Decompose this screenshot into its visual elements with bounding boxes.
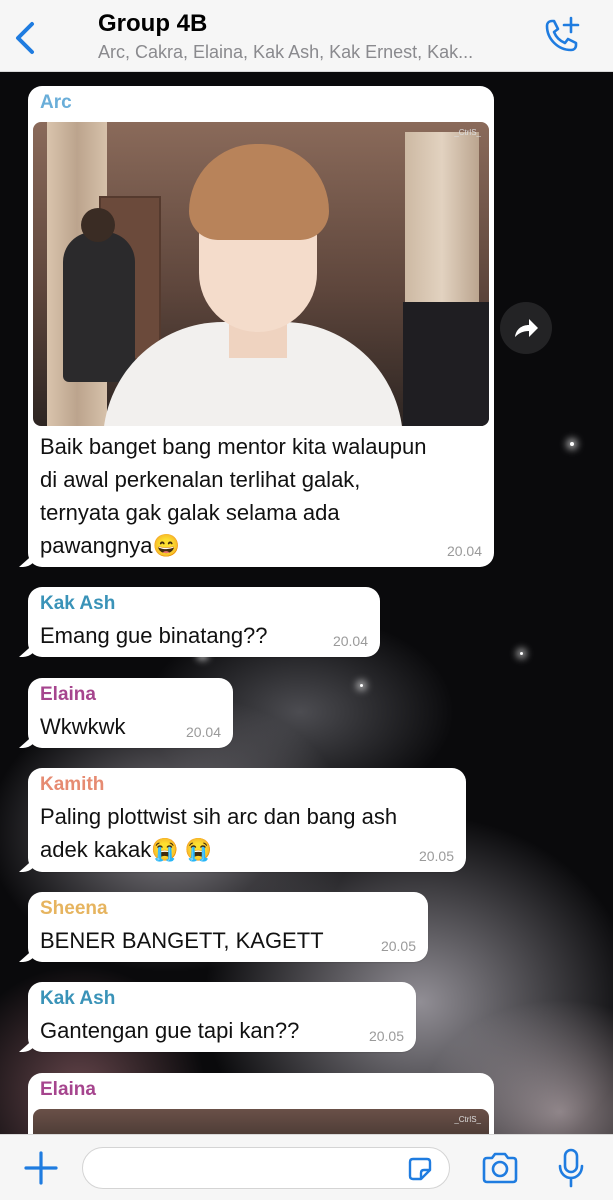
sender-name: Arc (40, 92, 72, 113)
message-bubble[interactable]: Kak Ash Gantengan gue tapi kan?? 20.05 (28, 982, 416, 1052)
message-input[interactable] (82, 1147, 450, 1189)
add-call-icon[interactable] (541, 16, 581, 56)
sender-name: Kamith (40, 774, 105, 795)
chat-header: Group 4B Arc, Cakra, Elaina, Kak Ash, Ka… (0, 0, 613, 72)
photo-watermark: _CtrlS_ (454, 128, 481, 137)
microphone-icon[interactable] (556, 1147, 586, 1189)
plus-icon[interactable] (22, 1149, 60, 1187)
message-time: 20.05 (368, 1028, 404, 1044)
chevron-left-icon[interactable] (12, 20, 40, 56)
message-text: Baik banget bang mentor kita walaupun di… (40, 434, 427, 558)
message-time: 20.04 (446, 543, 482, 559)
message-text: Gantengan gue tapi kan?? (40, 1018, 300, 1043)
message-input-bar (0, 1134, 613, 1200)
forward-button[interactable] (500, 302, 552, 354)
message-bubble[interactable]: Sheena BENER BANGETT, KAGETT 20.05 (28, 892, 428, 962)
group-title[interactable]: Group 4B (98, 10, 207, 38)
message-bubble[interactable]: Kamith Paling plottwist sih arc dan bang… (28, 768, 466, 872)
message-photo[interactable]: _CtrlS_ (33, 122, 489, 426)
sender-name: Elaina (40, 684, 96, 705)
message-bubble[interactable]: Elaina Wkwkwk 20.04 (28, 678, 233, 748)
sticker-icon[interactable] (405, 1154, 435, 1184)
sender-name: Sheena (40, 898, 108, 919)
sender-name: Kak Ash (40, 988, 116, 1009)
sender-name: Elaina (40, 1079, 96, 1100)
sparkle (360, 684, 363, 687)
message-time: 20.04 (332, 633, 368, 649)
message-time: 20.05 (418, 848, 454, 864)
message-text: Paling plottwist sih arc dan bang ash ad… (40, 804, 398, 862)
group-members-subtitle[interactable]: Arc, Cakra, Elaina, Kak Ash, Kak Ernest,… (98, 42, 528, 63)
sparkle (570, 442, 574, 446)
camera-icon[interactable] (480, 1151, 520, 1185)
message-time: 20.04 (185, 724, 221, 740)
message-time: 20.05 (380, 938, 416, 954)
sparkle (520, 652, 523, 655)
message-bubble[interactable]: Arc _CtrlS_ Baik banget bang mentor kita… (28, 86, 494, 567)
message-text: Emang gue binatang?? (40, 623, 268, 648)
message-text: Wkwkwk (40, 714, 126, 739)
message-text: BENER BANGETT, KAGETT (40, 928, 324, 953)
message-bubble[interactable]: Kak Ash Emang gue binatang?? 20.04 (28, 587, 380, 657)
forward-arrow-icon (515, 319, 538, 337)
photo-watermark: _CtrlS_ (454, 1115, 481, 1124)
sender-name: Kak Ash (40, 593, 116, 614)
